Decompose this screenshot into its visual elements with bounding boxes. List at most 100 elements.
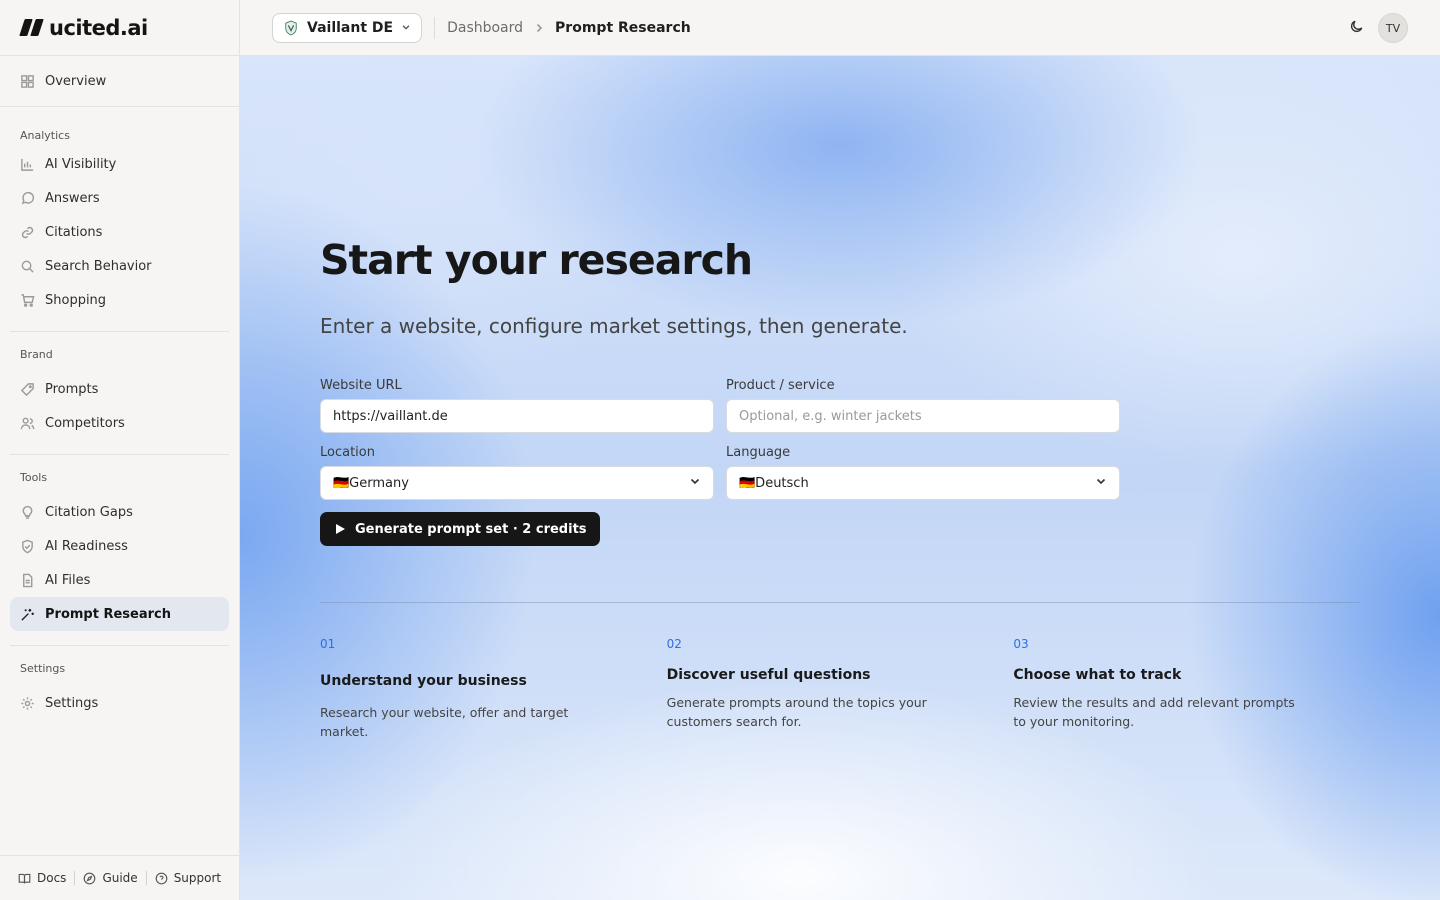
section-label-brand: Brand [20,347,53,361]
chevron-down-icon [1095,475,1107,491]
search-icon [20,259,35,274]
sidebar-item-citations[interactable]: Citations [10,215,229,249]
sidebar-footer: Docs Guide Support [0,855,239,900]
bar-chart-icon [20,157,35,172]
sidebar-item-label: Shopping [45,292,107,308]
help-circle-icon [155,872,168,884]
step-description: Research your website, offer and target … [320,705,569,739]
compass-icon [84,872,96,884]
divider [145,871,147,885]
page-subtitle: Enter a website, configure market settin… [320,314,908,338]
step-item: 01 Understand your business Research you… [320,637,667,741]
step-title: Understand your business [320,673,527,689]
location-value: 🇩🇪Germany [333,475,409,491]
sidebar-item-search-behavior[interactable]: Search Behavior [10,249,229,283]
sidebar-item-answers[interactable]: Answers [10,181,229,215]
language-label: Language [726,445,791,460]
brand-name: Vaillant DE [307,19,394,36]
location-label: Location [320,445,375,460]
sidebar-item-ai-readiness[interactable]: AI Readiness [10,529,229,563]
support-link[interactable]: Support [155,871,221,885]
step-number: 02 [666,637,682,651]
docs-link[interactable]: Docs [18,871,66,885]
guide-label: Guide [102,871,138,885]
divider [74,871,76,885]
sidebar-item-overview[interactable]: Overview [10,64,229,98]
sidebar: ucited.ai Overview Analytics AI Visibili… [0,0,240,900]
divider [320,602,1360,603]
chevron-down-icon [401,20,411,36]
grid-icon [20,74,35,89]
research-form: Website URL https://vaillant.de Product … [320,378,1360,500]
sidebar-item-label: Answers [45,190,100,206]
generate-prompt-set-button[interactable]: Generate prompt set · 2 credits [320,512,600,546]
chevron-down-icon [689,475,701,491]
step-item: 02 Discover useful questions Generate pr… [667,637,1014,741]
section-label-tools: Tools [20,470,48,484]
sidebar-item-settings[interactable]: Settings [10,686,229,720]
sidebar-item-ai-files[interactable]: AI Files [10,563,229,597]
step-title: Choose what to track [1013,667,1182,683]
sidebar-item-citation-gaps[interactable]: Citation Gaps [10,495,229,529]
moon-icon[interactable] [1349,19,1364,38]
avatar[interactable]: TV [1378,13,1408,43]
step-item: 03 Choose what to track Review the resul… [1013,637,1360,741]
tag-icon [20,382,35,397]
website-label: Website URL [320,378,402,393]
sidebar-item-label: Citations [45,224,103,240]
gear-icon [20,696,35,711]
product-label: Product / service [726,378,835,393]
website-field: Website URL https://vaillant.de [320,378,714,433]
main-content: Start your research Enter a website, con… [240,56,1440,900]
sidebar-item-shopping[interactable]: Shopping [10,283,229,317]
logo[interactable]: ucited.ai [0,0,239,56]
sidebar-item-label: AI Readiness [45,538,128,554]
step-number: 01 [320,637,336,651]
topbar: Vaillant DE Dashboard Prompt Research TV [240,0,1440,56]
section-label-analytics: Analytics [20,128,70,142]
generate-button-label: Generate prompt set · 2 credits [355,521,587,537]
sidebar-item-label: AI Visibility [45,156,117,172]
guide-link[interactable]: Guide [83,871,138,885]
support-label: Support [173,871,222,885]
link-icon [20,225,35,240]
chevron-right-icon [523,22,555,34]
divider [434,16,436,39]
page-title: Start your research [320,236,753,284]
product-service-input[interactable]: Optional, e.g. winter jackets [726,399,1120,433]
play-icon [336,524,345,534]
breadcrumb-dashboard[interactable]: Dashboard [447,20,523,36]
website-url-input[interactable]: https://vaillant.de [320,399,714,433]
sidebar-item-label: Overview [45,73,107,89]
language-select[interactable]: 🇩🇪Deutsch [726,466,1120,500]
file-icon [20,573,35,588]
language-field: Language 🇩🇪Deutsch [726,445,1120,500]
sidebar-item-label: Citation Gaps [45,504,133,520]
section-label-settings: Settings [20,661,66,675]
location-field: Location 🇩🇪Germany [320,445,714,500]
sidebar-item-label: Prompt Research [45,606,171,622]
book-icon [18,873,31,883]
logo-text: ucited.ai [49,15,148,40]
sidebar-item-label: Competitors [45,415,125,431]
product-field: Product / service Optional, e.g. winter … [726,378,1120,433]
sparkles-icon [20,607,35,622]
cart-icon [20,293,35,308]
step-number: 03 [1013,637,1029,651]
sidebar-item-competitors[interactable]: Competitors [10,406,229,440]
sidebar-item-prompts[interactable]: Prompts [10,372,229,406]
message-icon [20,191,35,206]
brand-selector[interactable]: Vaillant DE [272,12,423,43]
step-title: Discover useful questions [666,667,871,683]
brand-logo-icon [283,19,299,37]
sidebar-item-label: Search Behavior [45,258,152,274]
sidebar-item-label: Prompts [45,381,99,397]
lightbulb-icon [20,505,35,520]
steps-list: 01 Understand your business Research you… [320,637,1360,741]
location-select[interactable]: 🇩🇪Germany [320,466,714,500]
step-description: Review the results and add relevant prom… [1013,695,1295,729]
sidebar-item-prompt-research[interactable]: Prompt Research [10,597,229,631]
sidebar-item-label: Settings [45,695,99,711]
sidebar-item-label: AI Files [45,572,91,588]
sidebar-item-ai-visibility[interactable]: AI Visibility [10,147,229,181]
